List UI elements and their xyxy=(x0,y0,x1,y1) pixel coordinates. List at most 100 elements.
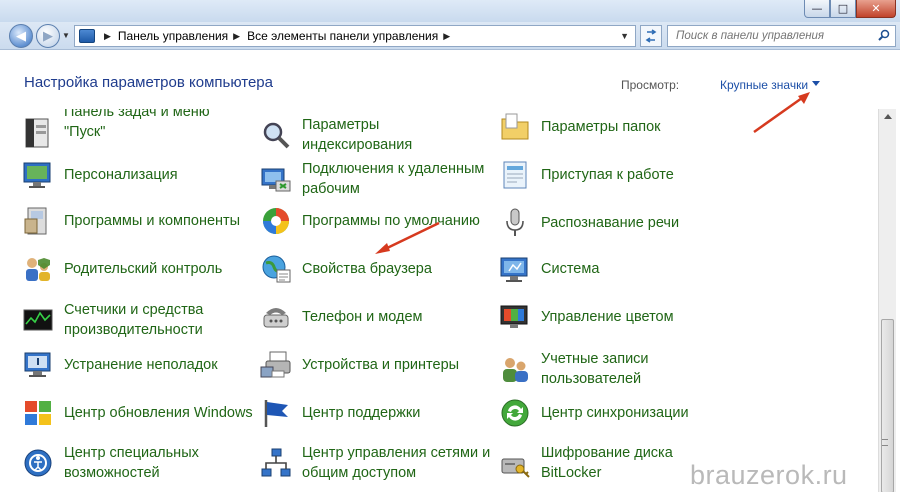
page-title: Настройка параметров компьютера xyxy=(24,74,273,91)
item-label: Свойства браузера xyxy=(302,261,432,277)
phone-modem-icon xyxy=(260,301,292,333)
remote-desktop-icon xyxy=(260,163,292,195)
item-personalization[interactable]: Персонализация xyxy=(22,159,254,191)
item-label: Подключения к удаленным рабочим xyxy=(302,161,485,197)
system-icon xyxy=(499,253,531,285)
forward-button[interactable]: ▶ xyxy=(36,24,60,48)
item-label: Устранение неполадок xyxy=(64,357,218,373)
item-label: Система xyxy=(541,261,600,277)
item-folder-options[interactable]: Параметры папок xyxy=(499,111,731,143)
performance-icon xyxy=(22,304,54,336)
item-label: Персонализация xyxy=(64,167,178,183)
item-sync-center[interactable]: Центр синхронизации xyxy=(499,397,731,429)
getting-started-icon xyxy=(499,159,531,191)
window-controls: — □ ✕ xyxy=(804,0,896,18)
scroll-up-arrow[interactable] xyxy=(884,114,892,119)
breadcrumb-separator[interactable]: ▶ xyxy=(233,31,240,42)
folder-options-icon xyxy=(499,111,531,143)
address-field[interactable]: ▶ Панель управления ▶ Все элементы панел… xyxy=(74,25,636,47)
red-arrow-annotation xyxy=(753,92,810,134)
scroll-grip-icon xyxy=(882,439,888,446)
item-action-center[interactable]: Центр поддержки xyxy=(260,397,492,429)
vertical-scrollbar[interactable] xyxy=(878,109,896,492)
title-bar: — □ ✕ xyxy=(0,0,900,22)
scrollbar-thumb[interactable] xyxy=(881,319,894,492)
search-icon[interactable] xyxy=(878,29,890,41)
network-center-icon xyxy=(260,447,292,479)
accessibility-icon xyxy=(22,447,54,479)
item-network-center[interactable]: Центр управления сетями и общим доступом xyxy=(260,443,492,483)
item-parental-control[interactable]: Родительский контроль xyxy=(22,253,254,285)
chevron-down-icon[interactable] xyxy=(812,81,820,86)
item-speech-recognition[interactable]: Распознавание речи xyxy=(499,207,731,239)
default-programs-icon xyxy=(260,205,292,237)
item-indexing[interactable]: Параметры индексирования xyxy=(260,115,492,155)
item-label: Управление цветом xyxy=(541,309,674,325)
item-label: Параметры индексирования xyxy=(302,117,413,153)
item-label: Учетные записи пользователей xyxy=(541,351,649,387)
item-label: Родительский контроль xyxy=(64,261,223,277)
address-dropdown[interactable]: ▼ xyxy=(620,31,629,41)
close-button[interactable]: ✕ xyxy=(856,0,896,18)
item-troubleshooting[interactable]: Устранение неполадок xyxy=(22,349,254,381)
sync-center-icon xyxy=(499,397,531,429)
refresh-icon xyxy=(645,29,657,43)
indexing-icon xyxy=(260,119,292,151)
watermark: brauzerok.ru xyxy=(690,460,848,490)
speech-recognition-icon xyxy=(499,207,531,239)
control-panel-icon xyxy=(79,29,95,43)
breadcrumb-separator[interactable]: ▶ xyxy=(443,31,450,42)
view-label: Просмотр: xyxy=(621,78,680,92)
item-label: Распознавание речи xyxy=(541,215,680,231)
item-taskbar[interactable]: Панель задач и меню "Пуск" xyxy=(22,109,254,149)
devices-printers-icon xyxy=(260,349,292,381)
item-color-management[interactable]: Управление цветом xyxy=(499,301,731,333)
parental-control-icon xyxy=(22,253,54,285)
control-panel-items: Панель задач и меню "Пуск" Персонализаци… xyxy=(0,109,878,492)
bitlocker-icon xyxy=(499,447,531,479)
item-programs[interactable]: Программы и компоненты xyxy=(22,205,254,237)
item-label: Центр синхронизации xyxy=(541,405,689,421)
search-input[interactable] xyxy=(668,30,868,42)
browser-properties-icon xyxy=(260,253,292,285)
programs-icon xyxy=(22,205,54,237)
refresh-button[interactable] xyxy=(640,25,662,47)
red-arrow-annotation xyxy=(375,221,440,254)
item-label: Параметры папок xyxy=(541,119,661,135)
windows-update-icon xyxy=(22,397,54,429)
item-label: Телефон и модем xyxy=(302,309,423,325)
action-center-icon xyxy=(260,397,292,429)
item-label: Устройства и принтеры xyxy=(302,357,460,373)
item-performance[interactable]: Счетчики и средства производительности xyxy=(22,300,254,340)
recent-pages-dropdown[interactable]: ▼ xyxy=(62,31,70,40)
item-label: Центр специальных возможностей xyxy=(64,445,199,481)
maximize-button[interactable]: □ xyxy=(830,0,856,18)
breadcrumb-control-panel[interactable]: Панель управления xyxy=(118,29,228,43)
item-phone-modem[interactable]: Телефон и модем xyxy=(260,301,492,333)
item-windows-update[interactable]: Центр обновления Windows xyxy=(22,397,254,429)
minimize-button[interactable]: — xyxy=(804,0,830,18)
item-remote-desktop[interactable]: Подключения к удаленным рабочим xyxy=(260,159,492,199)
item-label: Центр поддержки xyxy=(302,405,421,421)
back-button[interactable]: ◀ xyxy=(9,24,33,48)
item-system[interactable]: Система xyxy=(499,253,731,285)
item-getting-started[interactable]: Приступая к работе xyxy=(499,159,731,191)
item-accessibility[interactable]: Центр специальных возможностей xyxy=(22,443,254,483)
breadcrumb-separator[interactable]: ▶ xyxy=(104,31,111,42)
item-label: Приступая к работе xyxy=(541,167,674,183)
search-box[interactable] xyxy=(667,25,896,47)
item-label: Счетчики и средства производительности xyxy=(64,302,204,338)
item-user-accounts[interactable]: Учетные записи пользователей xyxy=(499,349,731,389)
color-management-icon xyxy=(499,301,531,333)
personalization-icon xyxy=(22,159,54,191)
item-label: Центр обновления Windows xyxy=(64,405,253,421)
item-label: Центр управления сетями и общим доступом xyxy=(302,445,491,481)
item-label: Программы и компоненты xyxy=(64,213,241,229)
item-devices-printers[interactable]: Устройства и принтеры xyxy=(260,349,492,381)
taskbar-icon xyxy=(22,117,54,149)
user-accounts-icon xyxy=(499,353,531,385)
troubleshooting-icon xyxy=(22,349,54,381)
item-label: Панель задач и меню "Пуск" xyxy=(64,109,210,140)
breadcrumb-all-items[interactable]: Все элементы панели управления xyxy=(247,29,438,43)
address-toolbar: ◀ ▶ ▼ ▶ Панель управления ▶ Все элементы… xyxy=(0,22,900,50)
